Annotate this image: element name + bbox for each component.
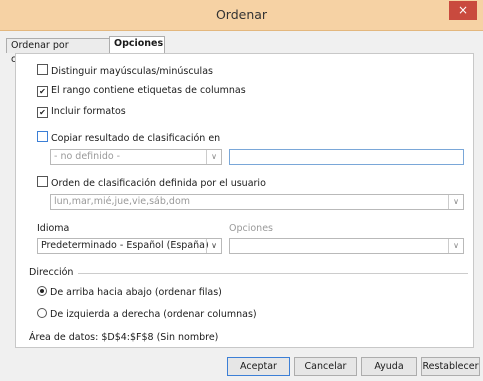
include-formats-label: Incluir formatos	[51, 106, 126, 117]
chevron-down-icon: ∨	[448, 195, 463, 209]
data-area-label: Área de datos: $D$4:$F$8 (Sin nombre)	[29, 332, 219, 343]
sort-options-label: Opciones	[229, 223, 273, 234]
top-to-bottom-option[interactable]: De arriba hacia abajo (ordenar filas)	[37, 286, 222, 298]
left-to-right-option[interactable]: De izquierda a derecha (ordenar columnas…	[37, 308, 257, 320]
copy-results-checkbox[interactable]	[37, 131, 48, 142]
has-headers-checkbox[interactable]: ✔	[37, 86, 48, 97]
close-icon: ×	[457, 3, 469, 17]
title-bar: Ordenar ×	[0, 0, 483, 31]
window-title: Ordenar	[215, 7, 268, 22]
tab-opciones[interactable]: Opciones	[109, 36, 165, 53]
left-to-right-radio[interactable]	[37, 308, 47, 318]
has-headers-label: El rango contiene etiquetas de columnas	[51, 85, 246, 96]
case-sensitive-label: Distinguir mayúsculas/minúsculas	[51, 66, 213, 77]
include-formats-option[interactable]: ✔ Incluir formatos	[37, 106, 126, 118]
reset-button[interactable]: Restablecer	[421, 357, 480, 376]
custom-order-value: lun,mar,mié,jue,vie,sáb,dom	[54, 196, 191, 207]
direction-separator	[78, 273, 468, 274]
options-panel: Distinguir mayúsculas/minúsculas ✔ El ran…	[15, 53, 474, 348]
has-headers-option[interactable]: ✔ El rango contiene etiquetas de columnas	[37, 85, 246, 97]
copy-target-select[interactable]: - no definido - ∨	[50, 149, 222, 165]
case-sensitive-option[interactable]: Distinguir mayúsculas/minúsculas	[37, 64, 213, 77]
chevron-down-icon: ∨	[206, 239, 221, 253]
tab-ordenar-por-criterios[interactable]: Ordenar por criterios	[6, 38, 113, 65]
direction-label: Dirección	[29, 267, 74, 278]
copy-target-input[interactable]	[229, 149, 464, 165]
custom-order-checkbox[interactable]	[37, 176, 48, 187]
close-button[interactable]: ×	[449, 1, 477, 20]
top-to-bottom-radio[interactable]	[37, 286, 47, 296]
copy-target-value: - no definido -	[54, 151, 121, 162]
left-to-right-label: De izquierda a derecha (ordenar columnas…	[50, 309, 257, 320]
top-to-bottom-label: De arriba hacia abajo (ordenar filas)	[50, 287, 222, 298]
language-select[interactable]: Predeterminado - Español (España) ∨	[37, 238, 222, 254]
copy-results-option[interactable]: Copiar resultado de clasificación en	[37, 131, 220, 144]
cancel-button[interactable]: Cancelar	[294, 357, 357, 376]
custom-order-label: Orden de clasificación definida por el u…	[51, 178, 266, 189]
custom-order-select[interactable]: lun,mar,mié,jue,vie,sáb,dom ∨	[50, 194, 464, 210]
case-sensitive-checkbox[interactable]	[37, 64, 48, 75]
chevron-down-icon: ∨	[448, 239, 463, 253]
help-button[interactable]: Ayuda	[361, 357, 417, 376]
language-value: Predeterminado - Español (España)	[41, 240, 209, 251]
sort-options-select[interactable]: ∨	[229, 238, 464, 254]
accept-button[interactable]: Aceptar	[227, 357, 290, 376]
chevron-down-icon: ∨	[206, 150, 221, 164]
language-label: Idioma	[37, 223, 70, 234]
custom-order-option[interactable]: Orden de clasificación definida por el u…	[37, 176, 266, 189]
copy-results-label: Copiar resultado de clasificación en	[51, 133, 221, 144]
include-formats-checkbox[interactable]: ✔	[37, 107, 48, 118]
